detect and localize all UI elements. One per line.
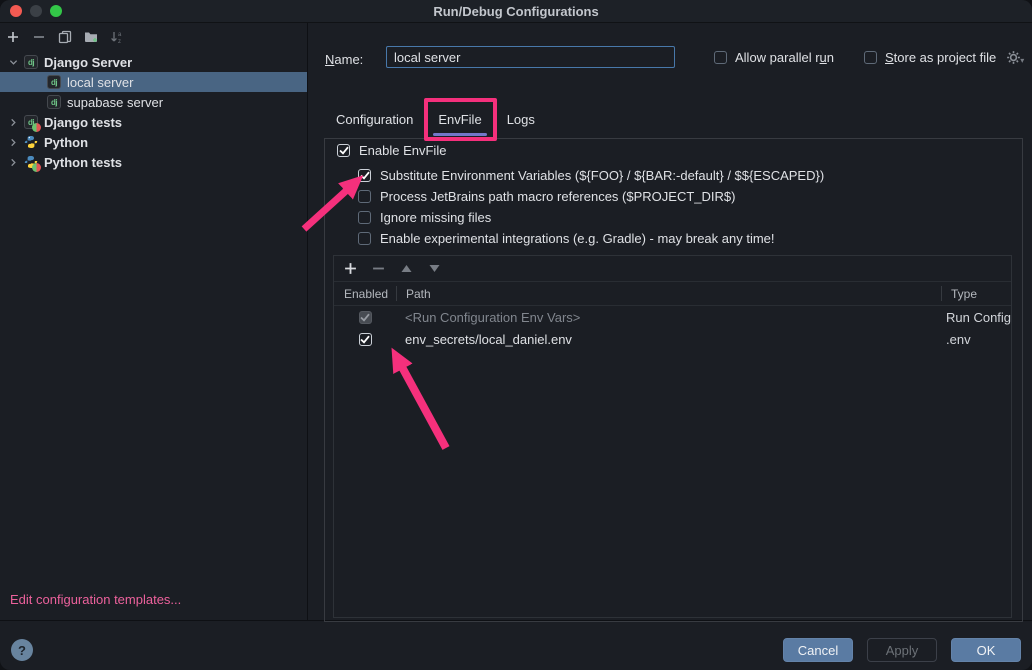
chevron-down-icon[interactable] xyxy=(5,54,21,70)
configuration-tabs: Configuration EnvFile Logs xyxy=(324,104,547,134)
sidebar-item-local-server[interactable]: dj local server xyxy=(0,72,307,92)
chevron-right-icon[interactable] xyxy=(5,114,21,130)
env-file-type: Run Config xyxy=(941,310,1011,325)
python-icon xyxy=(24,135,38,149)
zoom-window-button[interactable] xyxy=(50,5,62,17)
substitute-env-vars-label: Substitute Environment Variables (${FOO}… xyxy=(380,168,824,183)
close-window-button[interactable] xyxy=(10,5,22,17)
column-header-path: Path xyxy=(396,286,941,301)
run-debug-configurations-dialog: Run/Debug Configurations xyxy=(0,0,1032,670)
allow-parallel-run-label: Allow parallel run xyxy=(735,50,834,65)
enable-envfile-label: Enable EnvFile xyxy=(359,143,446,158)
checkbox-icon[interactable] xyxy=(358,169,371,182)
sidebar-item-label: Python xyxy=(44,135,88,150)
cancel-button[interactable]: Cancel xyxy=(783,638,853,662)
svg-text:z: z xyxy=(118,39,121,44)
python-tests-icon xyxy=(24,155,38,169)
ignore-missing-files-label: Ignore missing files xyxy=(380,210,491,225)
ok-button[interactable]: OK xyxy=(951,638,1021,662)
checkbox-icon[interactable] xyxy=(714,51,727,64)
checkbox-icon[interactable] xyxy=(359,333,372,346)
sidebar-item-python[interactable]: Python xyxy=(0,132,307,152)
sort-configurations-icon[interactable]: a z xyxy=(109,29,125,45)
experimental-integrations-label: Enable experimental integrations (e.g. G… xyxy=(380,231,775,246)
enable-envfile-checkbox[interactable]: Enable EnvFile xyxy=(337,141,446,159)
column-header-type: Type xyxy=(941,286,1011,301)
sidebar-item-label: supabase server xyxy=(67,95,163,110)
window-title: Run/Debug Configurations xyxy=(433,4,598,19)
checkbox-icon[interactable] xyxy=(358,232,371,245)
remove-env-file-icon[interactable] xyxy=(370,261,386,277)
dialog-footer: ? Cancel Apply OK xyxy=(0,622,1032,670)
minimize-window-button[interactable] xyxy=(30,5,42,17)
new-folder-icon[interactable] xyxy=(83,29,99,45)
store-options-gear-icon[interactable]: ▾ xyxy=(1006,50,1024,65)
gear-dropdown-arrow-icon: ▾ xyxy=(1020,56,1024,65)
experimental-integrations-checkbox[interactable]: Enable experimental integrations (e.g. G… xyxy=(358,229,775,247)
env-files-table: Enabled Path Type <Run Configuration Env… xyxy=(333,255,1012,618)
env-file-type: .env xyxy=(941,332,1011,347)
sidebar-item-label: Django Server xyxy=(44,55,132,70)
tab-logs[interactable]: Logs xyxy=(494,108,547,130)
sidebar-item-label: Python tests xyxy=(44,155,122,170)
chevron-right-icon[interactable] xyxy=(5,154,21,170)
sidebar-toolbar: a z xyxy=(0,23,307,50)
checkbox-icon[interactable] xyxy=(358,211,371,224)
django-tests-icon: dj xyxy=(24,115,38,129)
tab-envfile[interactable]: EnvFile xyxy=(425,108,493,130)
ignore-missing-files-checkbox[interactable]: Ignore missing files xyxy=(358,208,491,226)
table-row-run-config-env-vars[interactable]: <Run Configuration Env Vars> Run Config xyxy=(334,306,1011,328)
sidebar-item-supabase-server[interactable]: dj supabase server xyxy=(0,92,307,112)
sidebar-item-python-tests[interactable]: Python tests xyxy=(0,152,307,172)
add-configuration-icon[interactable] xyxy=(5,29,21,45)
remove-configuration-icon[interactable] xyxy=(31,29,47,45)
tab-configuration[interactable]: Configuration xyxy=(324,108,425,130)
configurations-tree: dj Django Server dj local server dj s xyxy=(0,50,307,592)
store-as-project-file-label: Store as project file xyxy=(885,50,996,65)
sidebar-item-label: local server xyxy=(67,75,133,90)
column-header-enabled: Enabled xyxy=(334,286,396,301)
substitute-env-vars-checkbox[interactable]: Substitute Environment Variables (${FOO}… xyxy=(358,166,824,184)
chevron-right-icon[interactable] xyxy=(5,134,21,150)
title-bar: Run/Debug Configurations xyxy=(0,0,1032,23)
checkbox-icon[interactable] xyxy=(864,51,877,64)
configuration-editor: Name: Allow parallel run Store as projec… xyxy=(308,23,1032,620)
env-file-path: env_secrets/local_daniel.env xyxy=(396,332,941,347)
env-files-table-header: Enabled Path Type xyxy=(334,282,1011,306)
window-controls xyxy=(10,5,62,17)
help-button[interactable]: ? xyxy=(11,639,33,661)
move-up-icon[interactable] xyxy=(398,261,414,277)
store-as-project-file-checkbox[interactable]: Store as project file ▾ xyxy=(864,50,1024,65)
django-icon: dj xyxy=(24,55,38,69)
django-icon: dj xyxy=(47,95,61,109)
sidebar-item-django-server[interactable]: dj Django Server xyxy=(0,52,307,72)
name-input[interactable] xyxy=(386,46,675,68)
configurations-sidebar: a z dj Django Server xyxy=(0,23,308,620)
edit-configuration-templates-link[interactable]: Edit configuration templates... xyxy=(0,592,307,620)
svg-text:a: a xyxy=(118,32,122,38)
checkbox-icon[interactable] xyxy=(337,144,350,157)
checkbox-icon[interactable] xyxy=(358,190,371,203)
move-down-icon[interactable] xyxy=(426,261,442,277)
dialog-body: a z dj Django Server xyxy=(0,23,1032,621)
add-env-file-icon[interactable] xyxy=(342,261,358,277)
apply-button[interactable]: Apply xyxy=(867,638,937,662)
process-path-macros-label: Process JetBrains path macro references … xyxy=(380,189,735,204)
envfile-tab-panel: Enable EnvFile Substitute Environment Va… xyxy=(324,138,1023,622)
sidebar-item-label: Django tests xyxy=(44,115,122,130)
process-path-macros-checkbox[interactable]: Process JetBrains path macro references … xyxy=(358,187,735,205)
env-file-path: <Run Configuration Env Vars> xyxy=(396,310,941,325)
allow-parallel-run-checkbox[interactable]: Allow parallel run xyxy=(714,50,834,65)
django-icon: dj xyxy=(47,75,61,89)
copy-configuration-icon[interactable] xyxy=(57,29,73,45)
table-row-env-secrets[interactable]: env_secrets/local_daniel.env .env xyxy=(334,328,1011,350)
sidebar-item-django-tests[interactable]: dj Django tests xyxy=(0,112,307,132)
name-label: Name: xyxy=(325,52,363,67)
env-files-table-toolbar xyxy=(334,256,1011,282)
checkbox-icon xyxy=(359,311,372,324)
